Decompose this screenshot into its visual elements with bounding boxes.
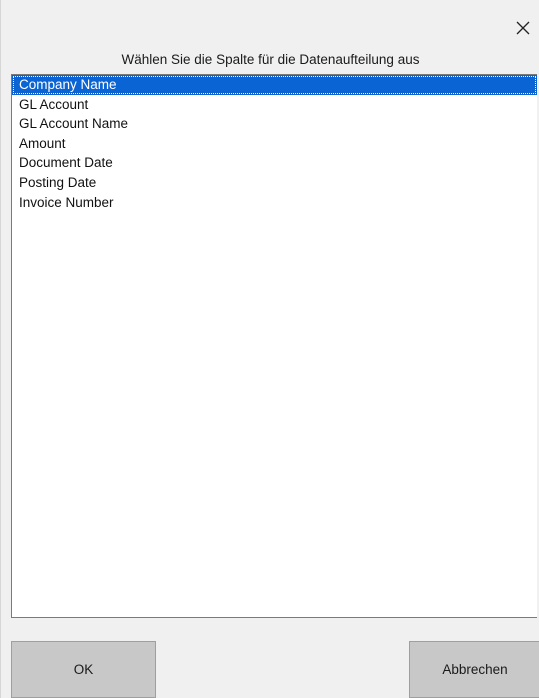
column-picker-dialog: Wählen Sie die Spalte für die Datenaufte… xyxy=(0,0,539,698)
list-item-gl-account-name[interactable]: GL Account Name xyxy=(12,114,537,134)
cancel-button[interactable]: Abbrechen xyxy=(409,641,539,698)
list-item-posting-date[interactable]: Posting Date xyxy=(12,173,537,193)
list-item-gl-account[interactable]: GL Account xyxy=(12,95,537,115)
column-listbox[interactable]: Company Name GL Account GL Account Name … xyxy=(11,74,537,618)
dialog-prompt: Wählen Sie die Spalte für die Datenaufte… xyxy=(121,52,420,67)
list-item-invoice-number[interactable]: Invoice Number xyxy=(12,193,537,213)
ok-button[interactable]: OK xyxy=(11,641,156,698)
close-icon xyxy=(516,21,530,35)
list-item-amount[interactable]: Amount xyxy=(12,134,537,154)
list-item-company-name[interactable]: Company Name xyxy=(12,75,537,95)
close-button[interactable] xyxy=(511,16,535,40)
list-item-document-date[interactable]: Document Date xyxy=(12,153,537,173)
